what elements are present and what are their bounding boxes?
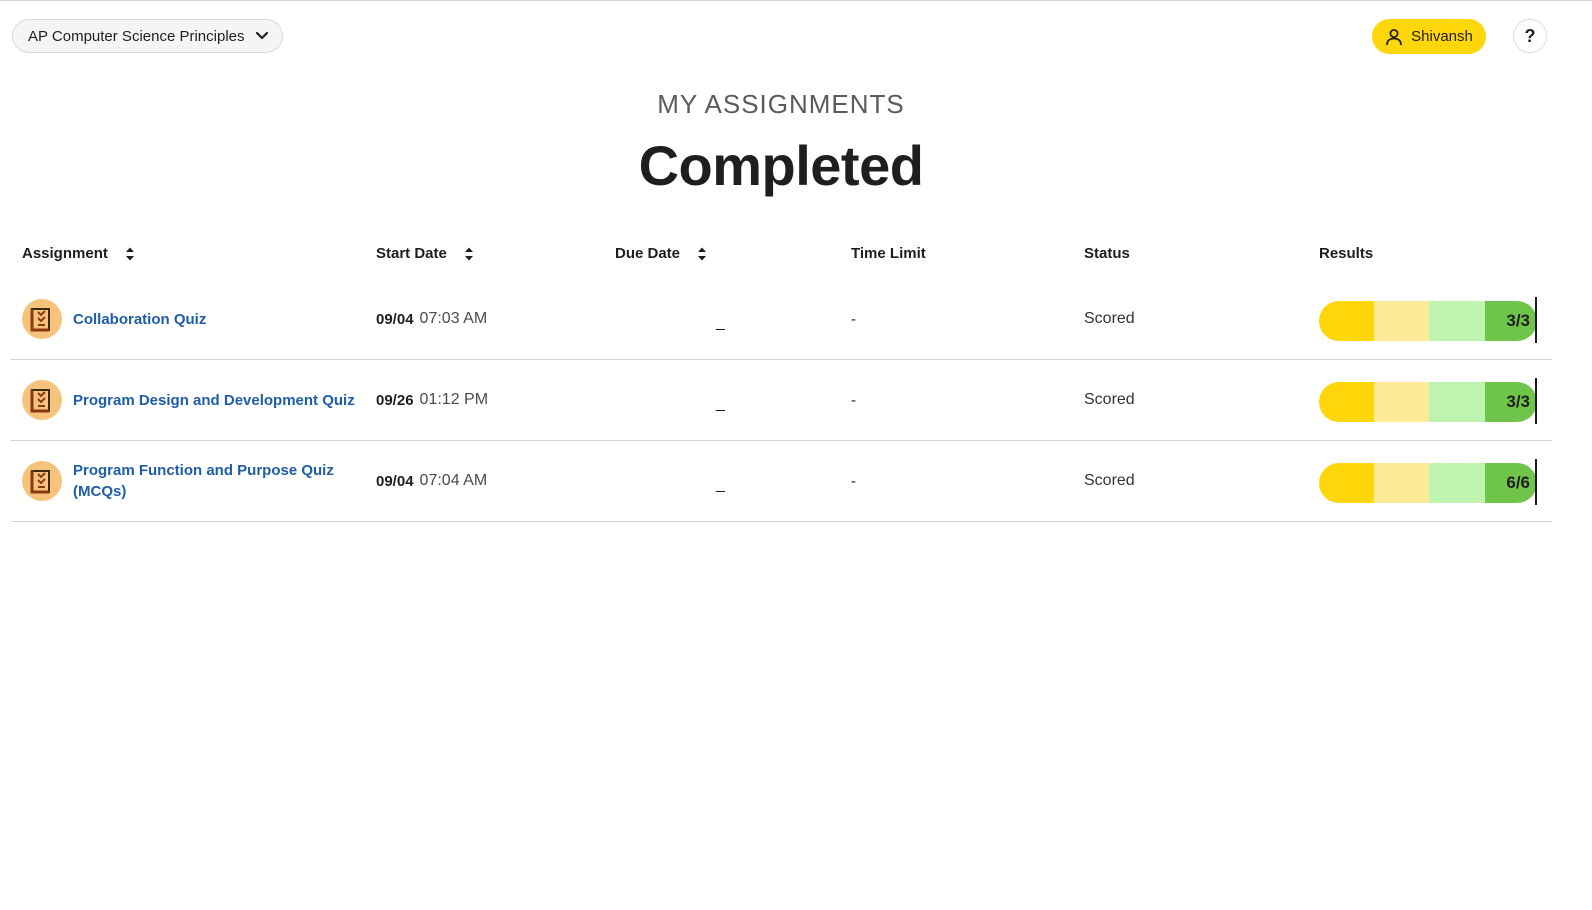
due-date-value: _	[716, 314, 725, 331]
start-date-cell: 09/26 01:12 PM	[376, 360, 488, 440]
time-limit-cell: -	[851, 279, 856, 359]
column-header-due-date[interactable]: Due Date	[615, 245, 707, 262]
page-eyebrow: MY ASSIGNMENTS	[657, 89, 905, 119]
assignments-table: Assignment Start Date Due Date Time Limi…	[11, 237, 1552, 522]
start-day: 09/04	[376, 472, 414, 490]
status-cell: Scored	[1084, 279, 1135, 359]
quiz-checklist-icon	[22, 380, 62, 420]
score-segment	[1319, 382, 1374, 422]
score-segment: 3/3	[1485, 382, 1537, 422]
score-value: 3/3	[1506, 392, 1530, 411]
column-label: Results	[1319, 245, 1374, 262]
score-segment	[1429, 301, 1485, 341]
score-segment	[1429, 463, 1485, 503]
score-segment	[1374, 463, 1429, 503]
score-segment	[1319, 301, 1374, 341]
sort-icon	[698, 247, 707, 260]
sort-icon	[125, 247, 134, 260]
column-label: Time Limit	[851, 245, 926, 262]
time-limit-cell: -	[851, 360, 856, 440]
assignment-cell: Collaboration Quiz	[22, 279, 362, 359]
score-segment: 3/3	[1485, 301, 1537, 341]
table-row: Program Design and Development Quiz 09/2…	[11, 360, 1552, 441]
column-label: Status	[1084, 245, 1130, 262]
status-cell: Scored	[1084, 441, 1135, 521]
quiz-checklist-icon	[22, 299, 62, 339]
assignment-link[interactable]: Program Design and Development Quiz	[73, 390, 355, 411]
start-day: 09/26	[376, 391, 414, 409]
results-cell: 6/6	[1319, 441, 1537, 521]
assignment-cell: Program Design and Development Quiz	[22, 360, 362, 440]
column-label: Start Date	[376, 245, 447, 262]
assignment-link[interactable]: Collaboration Quiz	[73, 309, 206, 330]
user-menu-button[interactable]: Shivansh	[1372, 19, 1486, 54]
time-limit-value: -	[851, 391, 856, 409]
score-value: 3/3	[1506, 311, 1530, 330]
column-header-assignment[interactable]: Assignment	[22, 245, 135, 262]
column-header-status: Status	[1084, 245, 1130, 262]
status-cell: Scored	[1084, 360, 1135, 440]
column-header-time-limit: Time Limit	[851, 245, 926, 262]
score-marker	[1535, 297, 1537, 343]
column-label: Due Date	[615, 245, 681, 262]
assignment-link[interactable]: Program Function and Purpose Quiz (MCQs)	[73, 460, 343, 502]
column-label: Assignment	[22, 245, 108, 262]
status-value: Scored	[1084, 310, 1135, 327]
course-selector[interactable]: AP Computer Science Principles	[12, 19, 283, 53]
start-day: 09/04	[376, 310, 414, 328]
due-date-value: _	[716, 395, 725, 412]
help-icon: ?	[1524, 25, 1536, 46]
score-segment	[1319, 463, 1374, 503]
results-cell: 3/3	[1319, 360, 1537, 440]
help-button[interactable]: ?	[1513, 19, 1547, 53]
status-value: Scored	[1084, 472, 1135, 489]
due-date-cell: _	[716, 441, 725, 521]
score-segment	[1374, 382, 1429, 422]
table-header: Assignment Start Date Due Date Time Limi…	[11, 237, 1552, 279]
user-icon	[1386, 28, 1403, 45]
score-segment: 6/6	[1485, 463, 1537, 503]
page-title: Completed	[638, 134, 924, 197]
score-value: 6/6	[1506, 473, 1530, 492]
status-value: Scored	[1084, 391, 1135, 408]
user-name: Shivansh	[1411, 28, 1473, 45]
score-bar[interactable]: 6/6	[1319, 459, 1537, 505]
chevron-down-icon	[255, 31, 268, 40]
due-date-cell: _	[716, 360, 725, 440]
time-limit-value: -	[851, 310, 856, 328]
start-time: 07:03 AM	[419, 310, 488, 327]
start-time: 01:12 PM	[419, 391, 489, 408]
column-header-start-date[interactable]: Start Date	[376, 245, 474, 262]
time-limit-cell: -	[851, 441, 856, 521]
table-row: Collaboration Quiz 09/04 07:03 AM _ - Sc…	[11, 279, 1552, 360]
start-time: 07:04 AM	[419, 472, 488, 489]
course-name: AP Computer Science Principles	[28, 27, 245, 45]
score-marker	[1535, 378, 1537, 424]
score-bar[interactable]: 3/3	[1319, 297, 1537, 343]
score-marker	[1535, 459, 1537, 505]
score-segment	[1429, 382, 1485, 422]
due-date-value: _	[716, 476, 725, 493]
quiz-checklist-icon	[22, 461, 62, 501]
time-limit-value: -	[851, 472, 856, 490]
due-date-cell: _	[716, 279, 725, 359]
score-bar[interactable]: 3/3	[1319, 378, 1537, 424]
table-row: Program Function and Purpose Quiz (MCQs)…	[11, 441, 1552, 522]
column-header-results: Results	[1319, 245, 1373, 262]
sort-icon	[464, 247, 473, 260]
assignment-cell: Program Function and Purpose Quiz (MCQs)	[22, 441, 362, 521]
results-cell: 3/3	[1319, 279, 1537, 359]
start-date-cell: 09/04 07:04 AM	[376, 441, 487, 521]
score-segment	[1374, 301, 1429, 341]
start-date-cell: 09/04 07:03 AM	[376, 279, 487, 359]
